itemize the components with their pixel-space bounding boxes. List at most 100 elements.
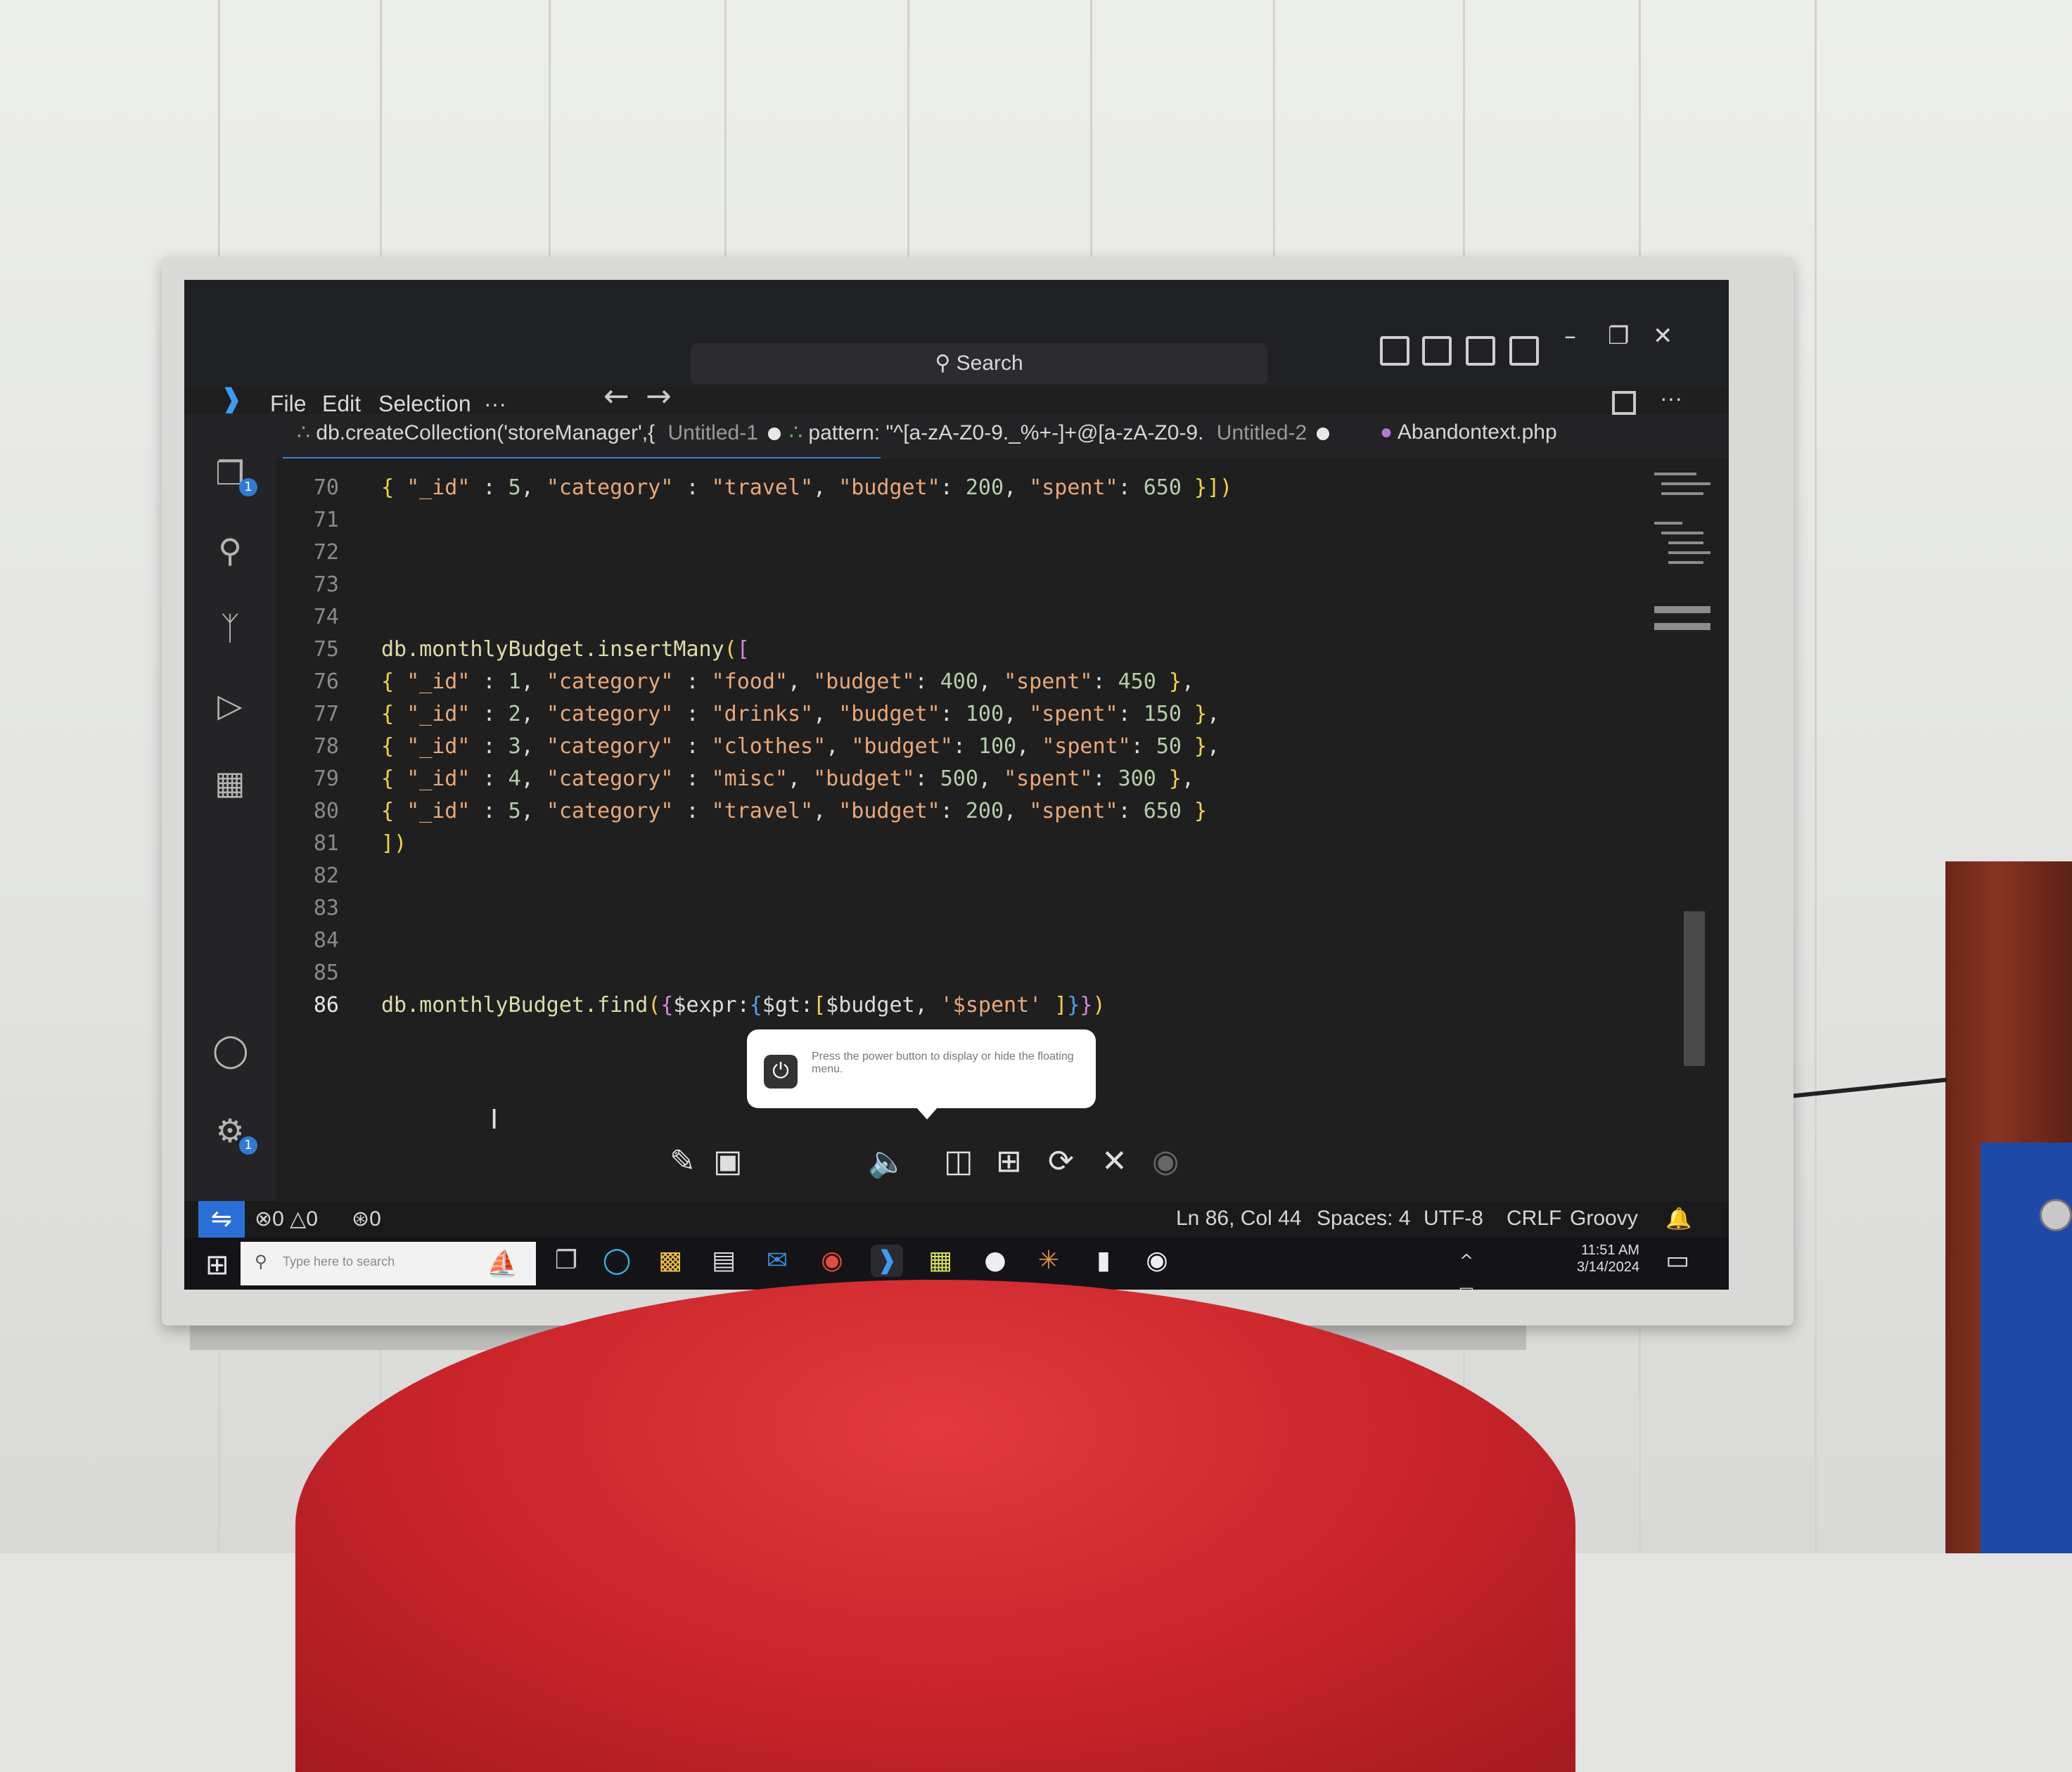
account-icon[interactable]: ◯ [212, 1032, 248, 1067]
toggle-secondary-sidebar-icon[interactable] [1466, 336, 1495, 366]
code-line[interactable]: 81]) [290, 828, 407, 859]
store-icon[interactable]: ▤ [708, 1245, 740, 1277]
indentation[interactable]: Spaces: 4 [1317, 1207, 1410, 1231]
line-number: 75 [313, 637, 339, 662]
code-line[interactable]: 70 { "_id" : 5, "category" : "travel", "b… [290, 473, 1232, 503]
task-view-icon[interactable]: ❐ [550, 1245, 582, 1277]
toggle-panel-icon[interactable] [1422, 336, 1452, 366]
file-type-icon: ∴ [297, 421, 316, 444]
problems-indicator[interactable]: ⊗0 △0 [255, 1207, 318, 1231]
volume-icon[interactable]: 🔈 [868, 1143, 907, 1180]
close-icon[interactable]: ✕ [1653, 322, 1673, 350]
line-number: 72 [313, 540, 339, 565]
customize-layout-icon[interactable] [1509, 336, 1539, 366]
command-center-search[interactable]: ⚲ Search [691, 343, 1267, 384]
file-explorer-icon[interactable]: ▩ [654, 1245, 686, 1277]
chrome-icon[interactable]: ◉ [816, 1245, 848, 1277]
code-line[interactable]: 76 { "_id" : 1, "category" : "food", "bud… [290, 667, 1194, 698]
code-line[interactable]: 79 { "_id" : 4, "category" : "misc", "bud… [290, 764, 1194, 795]
code-line[interactable]: 86 db.monthlyBudget.find({$expr:{$gt:[$bu… [290, 990, 1106, 1021]
taskbar-search-icon: ⚲ [255, 1252, 267, 1271]
edge-browser-icon[interactable]: ◯ [601, 1245, 633, 1277]
split-editor-icon[interactable] [1612, 391, 1636, 415]
back-arrow-icon[interactable]: ← [603, 378, 629, 414]
windows-start-icon[interactable]: ⊞ [205, 1249, 229, 1281]
file-type-icon: ∴ [789, 421, 809, 444]
notepad-icon[interactable]: ▦ [924, 1245, 957, 1277]
line-number: 82 [313, 863, 339, 888]
line-text: ]) [381, 831, 407, 856]
vscode-logo-icon: ❱ [219, 383, 243, 416]
tab-abandontext-php[interactable]: ● Abandontext.php [1380, 420, 1557, 444]
code-line[interactable]: 83 [290, 893, 381, 924]
code-line[interactable]: 78 { "_id" : 3, "category" : "clothes", "… [290, 731, 1220, 762]
search-icon: ⚲ [935, 352, 957, 375]
vscode-taskbar-icon[interactable]: ❱ [871, 1245, 903, 1277]
code-line[interactable]: 77 { "_id" : 2, "category" : "drinks", "b… [290, 699, 1220, 730]
system-tray-icons[interactable]: ^ ▣ ▲ ♫ [1450, 1245, 1483, 1290]
clock[interactable]: 11:51 AM 3/14/2024 [1577, 1242, 1639, 1276]
vertical-scrollbar[interactable] [1684, 911, 1705, 1066]
remote-icon[interactable]: ⇋ [198, 1201, 245, 1238]
red-cap-foreground [295, 1280, 1575, 1772]
crop-icon[interactable]: ▣ [713, 1143, 743, 1179]
code-line[interactable]: 71 [290, 505, 381, 536]
minimize-icon[interactable]: – [1564, 322, 1576, 350]
run-debug-icon[interactable]: ▷ [212, 688, 248, 723]
code-line[interactable]: 75 db.monthlyBudget.insertMany([ [290, 634, 750, 665]
notification-center-icon[interactable]: ▭ [1661, 1245, 1694, 1277]
screen-share-icon[interactable]: ◫ [944, 1143, 973, 1179]
editor-more-actions-icon[interactable]: ··· [1660, 385, 1682, 411]
line-text: { "_id" : 3, "category" : "clothes", "bu… [381, 734, 1220, 759]
status-bar: ⇋ ⊗0 △0 ⊛0 Ln 86, Col 44 Spaces: 4 UTF-8… [184, 1201, 1729, 1238]
line-text: { "_id" : 5, "category" : "travel", "bud… [381, 475, 1233, 500]
xampp-icon[interactable]: ✳ [1032, 1245, 1065, 1277]
tooltip-text: Press the power button to display or hid… [812, 1051, 1074, 1075]
language-mode[interactable]: Groovy [1570, 1207, 1638, 1231]
app-icon[interactable]: ◉ [1141, 1245, 1173, 1277]
wall-panel-line [1815, 0, 1817, 1553]
code-line[interactable]: 73 [290, 570, 381, 601]
minimap-line [1654, 606, 1710, 613]
line-text: { "_id" : 4, "category" : "misc", "budge… [381, 766, 1194, 791]
grid-icon[interactable]: ⊞ [996, 1143, 1022, 1179]
code-line[interactable]: 74 [290, 602, 381, 633]
mongodb-icon[interactable]: ▮ [1087, 1245, 1120, 1277]
line-ending[interactable]: CRLF [1507, 1207, 1561, 1231]
minimap-line [1654, 623, 1710, 630]
text-cursor-icon: I [490, 1104, 499, 1135]
close-floating-menu-icon[interactable]: ✕ [1101, 1143, 1127, 1179]
warning-count: 0 [306, 1207, 318, 1231]
annotate-icon[interactable]: ✎ [670, 1143, 696, 1179]
ports-indicator[interactable]: ⊛0 [352, 1207, 381, 1231]
extensions-icon[interactable]: ▦ [212, 765, 248, 800]
code-line[interactable]: 85 [290, 958, 381, 989]
forward-arrow-icon[interactable]: → [646, 378, 672, 414]
code-line[interactable]: 72 [290, 537, 381, 568]
search-icon[interactable]: ⚲ [212, 533, 248, 568]
notifications-bell-icon[interactable]: 🔔 [1665, 1207, 1692, 1231]
refresh-icon[interactable]: ⟳ [1048, 1143, 1074, 1179]
code-line[interactable]: 82 [290, 861, 381, 892]
line-number: 73 [313, 572, 339, 597]
php-file-icon: ● [1380, 420, 1398, 444]
line-text: db.monthlyBudget.insertMany([ [381, 637, 750, 662]
mail-icon[interactable]: ✉ [761, 1245, 793, 1277]
code-line[interactable]: 80 { "_id" : 5, "category" : "travel", "b… [290, 796, 1207, 827]
minimap[interactable] [1654, 473, 1718, 698]
tab-untitled-1[interactable]: ∴ db.createCollection('storeManager',{ U… [297, 420, 781, 445]
app-icon[interactable]: ● [979, 1245, 1011, 1277]
taskbar-search[interactable]: ⚲ Type here to search ⛵ [241, 1242, 536, 1285]
source-control-icon[interactable]: ᛉ [212, 610, 248, 646]
tab-label: Abandontext.php [1397, 420, 1557, 444]
line-number: 86 [313, 993, 339, 1017]
tab-untitled-2[interactable]: ∴ pattern: "^[a-zA-Z0-9._%+-]+@[a-zA-Z0-… [789, 420, 1330, 445]
info-icon[interactable]: ◉ [1152, 1143, 1179, 1179]
line-number: 70 [313, 475, 339, 500]
code-line[interactable]: 84 [290, 925, 381, 956]
encoding[interactable]: UTF-8 [1424, 1207, 1483, 1231]
restore-icon[interactable]: ❐ [1608, 322, 1629, 350]
minimap-line [1668, 541, 1703, 544]
toggle-primary-sidebar-icon[interactable] [1380, 336, 1409, 366]
cursor-position[interactable]: Ln 86, Col 44 [1176, 1207, 1301, 1231]
